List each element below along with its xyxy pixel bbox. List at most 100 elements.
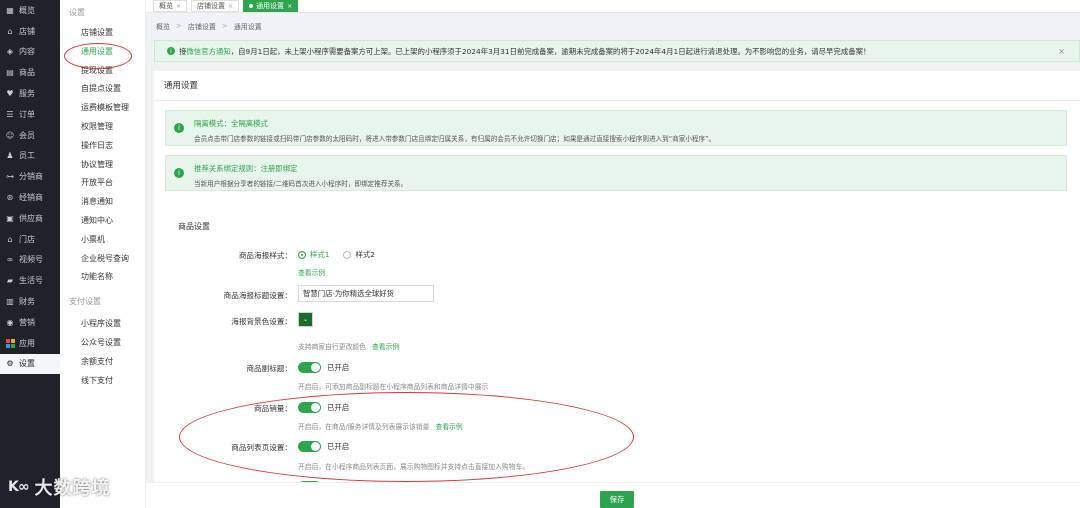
settings-panel: 通用设置 i 隔离模式：全隔离模式 会员点击带门店参数的链接或扫码带门店参数的太… (154, 71, 1080, 508)
submenu-item[interactable]: 通用设置 (60, 43, 145, 62)
tab-label: 通用设置 (256, 2, 285, 10)
sales-hint: 开启后，在商品/服务详情及列表展示该销量 查看示例 (298, 421, 463, 431)
settings-submenu: 设置 店铺设置 通用设置 提现设置 自提点设置 运费模板管理 权限管理 操作日志 协议管理 开放… (60, 0, 146, 508)
radio-style-1[interactable]: 样式1 (298, 249, 329, 260)
nav-item[interactable]: ⌂ 店铺 (0, 21, 60, 42)
nav-item[interactable]: ◉ 营销 (0, 312, 60, 333)
nav-item[interactable]: ▣ 供应商 (0, 208, 60, 229)
nav-item-label: 营销 (19, 317, 35, 327)
sales-example-link[interactable]: 查看示例 (435, 423, 462, 431)
tab-label: 店铺设置 (197, 2, 226, 10)
subtitle-control: 已开启 (298, 362, 349, 373)
nav-item[interactable]: 应用 (0, 333, 60, 354)
nav-item-label: 视频号 (19, 255, 43, 265)
nav-item[interactable]: ☰ 订单 (0, 104, 60, 125)
submenu-item[interactable]: 小程序设置 (60, 315, 145, 334)
section-title-goods: 商品设置 (178, 222, 210, 231)
close-icon[interactable]: × (228, 3, 233, 10)
submenu-item[interactable]: 店铺设置 (60, 24, 145, 43)
submenu-item[interactable]: 线下支付 (60, 372, 145, 391)
submenu-item[interactable]: 通知中心 (60, 212, 145, 231)
finance-icon: ▥ (6, 297, 14, 307)
sales-control: 已开启 (298, 402, 349, 413)
supplier-icon: ▣ (6, 213, 14, 223)
sales-toggle[interactable] (298, 402, 321, 413)
nav-item[interactable]: ▤ 商品 (0, 62, 60, 83)
radio-label: 样式1 (310, 250, 330, 259)
tab-label: 概览 (159, 2, 173, 10)
info-icon: i (174, 168, 184, 178)
submenu-item[interactable]: 权限管理 (60, 118, 145, 137)
nav-item[interactable]: ♥ 服务 (0, 83, 60, 104)
content-icon: ◈ (6, 47, 14, 57)
nav-item-label: 员工 (19, 151, 35, 161)
nav-item-label: 会员 (19, 130, 35, 140)
notice-text: ，自9月1日起，未上架小程序需要备案方可上架。已上架的小程序须于2024年3月3… (230, 46, 871, 56)
submenu-item[interactable]: 公众号设置 (60, 334, 145, 353)
submenu-item[interactable]: 操作日志 (60, 137, 145, 156)
isolation-mode-tip: i 隔离模式：全隔离模式 会员点击带门店参数的链接或扫码带门店参数的太阳码时，将… (165, 110, 1067, 146)
tip-title: 推荐关系绑定规则：注册即绑定 (194, 164, 298, 173)
nav-item[interactable]: ▰ 生活号 (0, 270, 60, 291)
nav-item-label: 经销商 (19, 193, 43, 203)
nav-item[interactable]: ☺ 会员 (0, 125, 60, 146)
close-icon[interactable]: × (1058, 47, 1065, 56)
submenu-item[interactable]: 协议管理 (60, 156, 145, 175)
submenu-item[interactable]: 提现设置 (60, 62, 145, 81)
submenu-item[interactable]: 运费模板管理 (60, 99, 145, 118)
nav-item[interactable]: ♟ 员工 (0, 146, 60, 167)
nav-item[interactable]: ⚙ 设置 (0, 353, 60, 375)
nav-item-label: 财务 (19, 297, 35, 307)
poster-title-input[interactable]: 智慧门店·为你精选全球好货 (298, 285, 434, 302)
breadcrumb-separator: > (176, 22, 182, 30)
tab-general-settings[interactable]: 通用设置 × (243, 0, 299, 12)
nav-item[interactable]: ▥ 财务 (0, 291, 60, 312)
nav-item[interactable]: ⊶ 分销商 (0, 166, 60, 187)
video-icon: ∞ (6, 255, 14, 265)
toggle-state: 已开启 (327, 442, 350, 451)
tab-store-settings[interactable]: 店铺设置 × (191, 0, 240, 12)
order-icon: ☰ (6, 109, 14, 119)
nav-item-label: 门店 (19, 234, 35, 244)
sales-label: 商品销量： (254, 404, 292, 413)
list-page-toggle[interactable] (298, 441, 321, 452)
breadcrumb-item[interactable]: 店铺设置 (188, 22, 216, 32)
breadcrumb-item[interactable]: 概览 (156, 22, 170, 32)
submenu-item[interactable]: 开放平台 (60, 174, 145, 193)
submenu-item[interactable]: 企业税号查询 (60, 250, 145, 269)
notice-link[interactable]: 微信官方通知 (186, 46, 230, 57)
close-icon[interactable]: × (176, 3, 181, 10)
nav-item[interactable]: ◈ 内容 (0, 42, 60, 63)
app-root: ▦ 概览 ⌂ 店铺 ◈ 内容 ▤ 商品 ♥ 服务 ☰ 订单 ☺ 会员 ♟ 员工 ⊶ 分销商 ⊛ 经销商 ▣ 供应商 ⌂ 门店 ∞… (0, 0, 1080, 508)
submenu-item[interactable]: 功能名称 (60, 268, 145, 287)
marketing-icon: ◉ (6, 317, 14, 327)
radio-style-2[interactable]: 样式2 (343, 249, 375, 260)
apps-icon (5, 338, 15, 348)
submenu-item[interactable]: 余额支付 (60, 353, 145, 372)
poster-style-example-link[interactable]: 查看示例 (298, 267, 325, 277)
submenu-item[interactable]: 小票机 (60, 231, 145, 250)
hint-text: 开启后，在商品/服务详情及列表展示该销量 (298, 423, 430, 431)
submenu-item[interactable]: 消息通知 (60, 193, 145, 212)
nav-item[interactable]: ∞ 视频号 (0, 250, 60, 271)
list-page-label: 商品列表页设置： (231, 443, 292, 452)
submenu-item[interactable]: 自提点设置 (60, 80, 145, 99)
nav-item[interactable]: ▦ 概览 (0, 0, 60, 21)
poster-bg-example-link[interactable]: 查看示例 (372, 343, 399, 351)
dealer-icon: ⊛ (6, 193, 14, 203)
close-icon[interactable]: × (287, 3, 292, 10)
nav-item-label: 店铺 (19, 26, 35, 36)
chevron-down-icon: ⌄ (302, 316, 309, 323)
watermark-text: 大数跨境 (34, 478, 111, 499)
nav-item[interactable]: ⌂ 门店 (0, 229, 60, 250)
chart-icon: ▦ (6, 5, 14, 15)
subtitle-toggle[interactable] (298, 362, 321, 373)
nav-item-label: 订单 (19, 109, 35, 119)
color-picker-swatch[interactable]: ⌄ (298, 312, 313, 327)
tab-overview[interactable]: 概览 × (153, 0, 188, 12)
save-button[interactable]: 保存 (600, 491, 634, 508)
staff-icon: ♟ (6, 151, 14, 161)
nav-item[interactable]: ⊛ 经销商 (0, 187, 60, 208)
watermark: K∞ 大数跨境 (8, 474, 111, 500)
nav-item-label: 生活号 (19, 276, 43, 286)
